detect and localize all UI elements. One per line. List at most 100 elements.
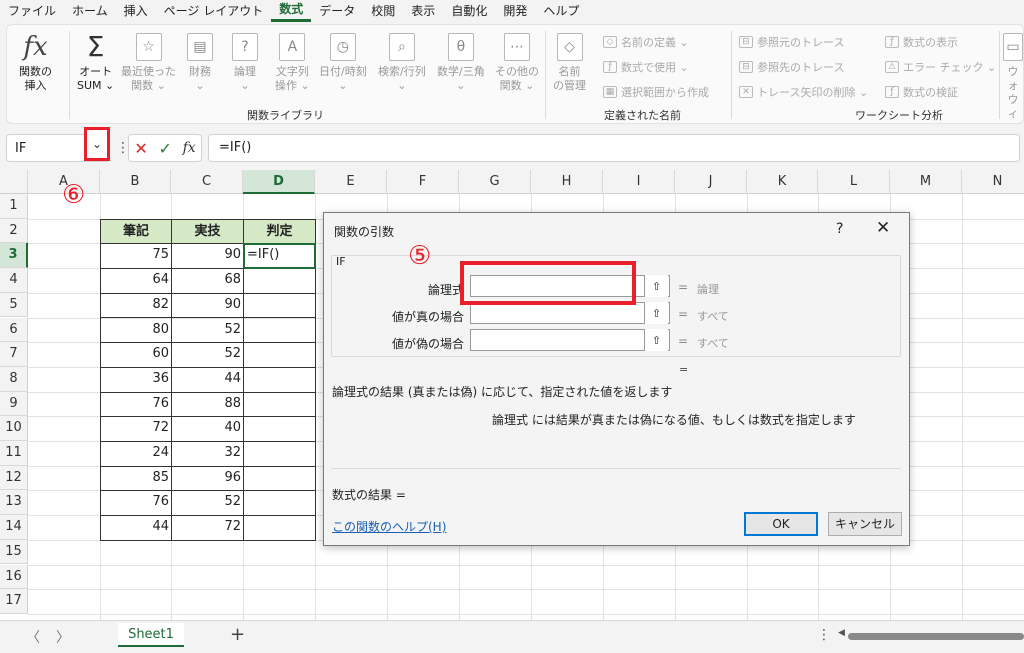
error-check-button[interactable]: ⚠ エラー チェック ⌄ (885, 58, 996, 76)
select-all-corner[interactable] (0, 170, 28, 194)
datetime-button[interactable]: ◷ 日付/時刻 ⌄ (319, 33, 367, 93)
formula-input[interactable]: =IF() (208, 134, 1020, 162)
table-cell[interactable] (243, 441, 316, 467)
menu-item-9[interactable]: 開発 (495, 0, 535, 22)
menu-item-2[interactable]: 挿入 (116, 0, 156, 22)
table-cell[interactable]: 88 (171, 391, 244, 418)
column-header-M[interactable]: M (890, 170, 962, 194)
table-header-cell[interactable]: 判定 (243, 218, 316, 245)
collapse-ref-icon[interactable]: ⇧ (644, 302, 668, 324)
table-cell[interactable]: 36 (100, 366, 172, 393)
menu-item-7[interactable]: 表示 (403, 0, 443, 22)
lookup-button[interactable]: ⌕ 検索/行列 ⌄ (378, 33, 426, 93)
collapse-ref-icon[interactable]: ⇧ (644, 275, 668, 297)
logical-button[interactable]: ? 論理 ⌄ (232, 33, 258, 93)
text-button[interactable]: A 文字列 操作 ⌄ (275, 33, 310, 93)
column-header-B[interactable]: B (100, 170, 171, 194)
table-cell[interactable]: 80 (100, 317, 172, 344)
table-cell[interactable] (243, 268, 316, 294)
column-header-F[interactable]: F (387, 170, 459, 194)
table-cell[interactable]: 44 (100, 515, 172, 541)
table-cell[interactable]: 40 (171, 416, 244, 442)
prev-sheet-icon[interactable]: 〈 (26, 627, 40, 647)
autosum-button[interactable]: Σ オート SUM ⌄ (77, 33, 114, 93)
table-cell[interactable] (243, 490, 316, 517)
table-cell[interactable] (243, 465, 316, 492)
column-header-K[interactable]: K (747, 170, 818, 194)
menu-item-0[interactable]: ファイル (0, 0, 64, 22)
table-header-cell[interactable]: 筆記 (100, 218, 172, 245)
table-cell[interactable] (243, 292, 316, 319)
row-header-3[interactable]: 3 (0, 243, 28, 269)
column-header-I[interactable]: I (603, 170, 675, 194)
row-header-4[interactable]: 4 (0, 268, 28, 293)
column-header-G[interactable]: G (459, 170, 531, 194)
row-header-7[interactable]: 7 (0, 342, 28, 367)
row-header-13[interactable]: 13 (0, 490, 28, 516)
table-cell[interactable]: 60 (100, 342, 172, 368)
menu-item-10[interactable]: ヘルプ (535, 0, 587, 22)
table-cell[interactable]: 52 (171, 490, 244, 517)
define-name-button[interactable]: ◇ 名前の定義 ⌄ (603, 33, 689, 51)
enter-check-icon[interactable]: ✓ (158, 139, 171, 158)
ok-button[interactable]: OK (744, 512, 818, 536)
row-header-14[interactable]: 14 (0, 515, 28, 540)
table-cell[interactable]: 24 (100, 441, 172, 467)
menu-item-3[interactable]: ページ レイアウト (156, 0, 272, 22)
menu-item-8[interactable]: 自動化 (443, 0, 495, 22)
menu-item-4[interactable]: 数式 (271, 0, 312, 22)
menu-item-6[interactable]: 校閲 (363, 0, 403, 22)
value-if-false-input[interactable] (470, 329, 670, 351)
function-help-link[interactable]: この関数のヘルプ(H) (332, 518, 446, 535)
row-header-15[interactable]: 15 (0, 539, 28, 565)
table-cell[interactable]: 32 (171, 441, 244, 467)
row-header-8[interactable]: 8 (0, 366, 28, 392)
row-header-12[interactable]: 12 (0, 465, 28, 491)
financial-button[interactable]: ▤ 財務 ⌄ (187, 33, 213, 93)
table-header-cell[interactable]: 実技 (171, 218, 244, 245)
cancel-button[interactable]: キャンセル (828, 512, 902, 536)
table-cell[interactable]: 44 (171, 366, 244, 393)
table-cell[interactable] (243, 317, 316, 344)
row-header-16[interactable]: 16 (0, 564, 28, 590)
table-cell[interactable]: 96 (171, 465, 244, 492)
trace-dependents-button[interactable]: ⊟ 参照先のトレース (739, 58, 844, 76)
table-cell[interactable]: 85 (100, 465, 172, 492)
table-cell[interactable]: 72 (171, 515, 244, 541)
table-cell[interactable]: 90 (171, 243, 244, 270)
column-header-E[interactable]: E (315, 170, 387, 194)
use-in-formula-button[interactable]: ƒ 数式で使用 ⌄ (603, 58, 689, 76)
table-cell[interactable] (243, 342, 316, 368)
row-header-10[interactable]: 10 (0, 416, 28, 441)
name-box-dropdown[interactable]: ⌄ (84, 127, 110, 161)
column-header-N[interactable]: N (962, 170, 1024, 194)
table-cell[interactable] (243, 416, 316, 442)
row-header-1[interactable]: 1 (0, 194, 28, 219)
recent-functions-button[interactable]: ☆ 最近使った 関数 ⌄ (121, 33, 176, 93)
table-cell[interactable] (243, 391, 316, 418)
row-header-9[interactable]: 9 (0, 391, 28, 417)
table-cell[interactable] (243, 515, 316, 541)
horizontal-scrollbar[interactable] (848, 633, 1024, 640)
row-header-6[interactable]: 6 (0, 317, 28, 343)
table-cell[interactable] (243, 366, 316, 393)
row-header-17[interactable]: 17 (0, 589, 28, 614)
watch-window-button[interactable]: ▭ ウォ ウィ (1003, 33, 1023, 121)
table-cell[interactable]: 68 (171, 268, 244, 294)
add-sheet-icon[interactable]: + (230, 624, 245, 645)
column-header-L[interactable]: L (818, 170, 890, 194)
create-from-selection-button[interactable]: ▦ 選択範囲から作成 (603, 83, 709, 101)
table-cell[interactable]: 52 (171, 342, 244, 368)
menu-item-1[interactable]: ホーム (64, 0, 116, 22)
math-button[interactable]: θ 数学/三角 ⌄ (437, 33, 485, 93)
cancel-icon[interactable]: ✕ (134, 139, 147, 158)
help-icon[interactable]: ? (836, 221, 843, 237)
table-cell[interactable]: 76 (100, 391, 172, 418)
evaluate-formula-button[interactable]: ƒ 数式の検証 (885, 83, 958, 101)
sheet-tab[interactable]: Sheet1 (118, 623, 184, 647)
remove-arrows-button[interactable]: ✕ トレース矢印の削除 ⌄ (739, 83, 868, 101)
table-cell[interactable]: 76 (100, 490, 172, 517)
table-cell[interactable]: 82 (100, 292, 172, 319)
insert-function-button[interactable]: fx 関数の 挿入 (19, 33, 52, 93)
table-cell[interactable]: 90 (171, 292, 244, 319)
